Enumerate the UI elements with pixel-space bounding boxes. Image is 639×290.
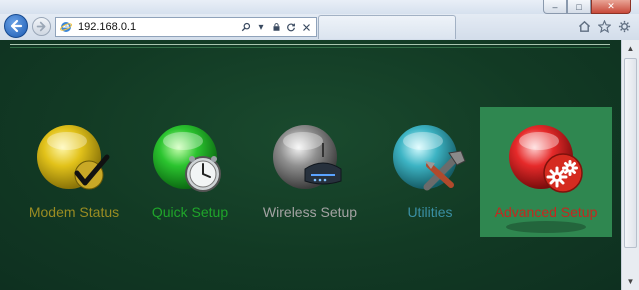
window-controls: – □ ✕ (543, 0, 631, 15)
ie-page-icon (60, 22, 72, 32)
minimize-button[interactable]: – (543, 0, 567, 14)
menu-label: Utilities (407, 204, 453, 220)
address-input[interactable] (78, 19, 228, 35)
back-button[interactable] (4, 14, 28, 38)
search-icon[interactable] (240, 20, 252, 34)
menu-item-utilities[interactable]: Utilities (364, 107, 496, 237)
forward-arrow-icon (36, 21, 46, 32)
lock-icon[interactable] (270, 20, 282, 34)
favorites-icon[interactable] (597, 19, 611, 33)
menu-item-quick-setup[interactable]: Quick Setup (124, 107, 256, 237)
browser-tab[interactable] (318, 15, 456, 39)
main-menu: Modem Status Quick Setup Wireless Setup … (0, 40, 621, 290)
stop-icon[interactable] (300, 20, 312, 34)
icon-reflection (506, 221, 586, 233)
close-icon: ✕ (607, 1, 615, 11)
router-menu-page: Modem Status Quick Setup Wireless Setup … (0, 40, 621, 290)
browser-toolbar-icons (577, 19, 631, 33)
menu-label: Quick Setup (151, 204, 229, 220)
menu-item-advanced-setup[interactable]: Advanced Setup (480, 107, 612, 237)
dropdown-icon[interactable]: ▾ (255, 20, 267, 34)
minimize-icon: – (552, 1, 558, 12)
tools-icon[interactable] (617, 19, 631, 33)
navigation-bar: ▾ (0, 14, 639, 41)
menu-label: Advanced Setup (494, 204, 598, 220)
vertical-scrollbar[interactable]: ▲ ▼ (621, 40, 639, 290)
maximize-icon: □ (576, 1, 582, 12)
menu-label: Modem Status (28, 204, 120, 220)
menu-label: Wireless Setup (262, 204, 358, 220)
scroll-thumb[interactable] (624, 58, 637, 248)
title-bar: – □ ✕ (0, 0, 639, 14)
wireless-setup-icon (273, 125, 342, 189)
home-icon[interactable] (577, 19, 591, 33)
maximize-button[interactable]: □ (567, 0, 591, 14)
address-bar[interactable]: ▾ (55, 17, 317, 37)
menu-item-modem-status[interactable]: Modem Status (8, 107, 140, 237)
forward-button[interactable] (32, 17, 51, 36)
scroll-up-arrow-icon[interactable]: ▲ (622, 40, 639, 57)
modem-status-icon (37, 125, 110, 190)
advanced-setup-icon (509, 125, 583, 193)
back-arrow-icon (10, 19, 23, 33)
quick-setup-icon (153, 125, 221, 192)
refresh-icon[interactable] (285, 20, 297, 34)
scroll-down-arrow-icon[interactable]: ▼ (622, 273, 639, 290)
close-button[interactable]: ✕ (591, 0, 631, 14)
menu-item-wireless-setup[interactable]: Wireless Setup (244, 107, 376, 237)
address-tools: ▾ (240, 20, 312, 34)
utilities-icon (393, 125, 466, 191)
